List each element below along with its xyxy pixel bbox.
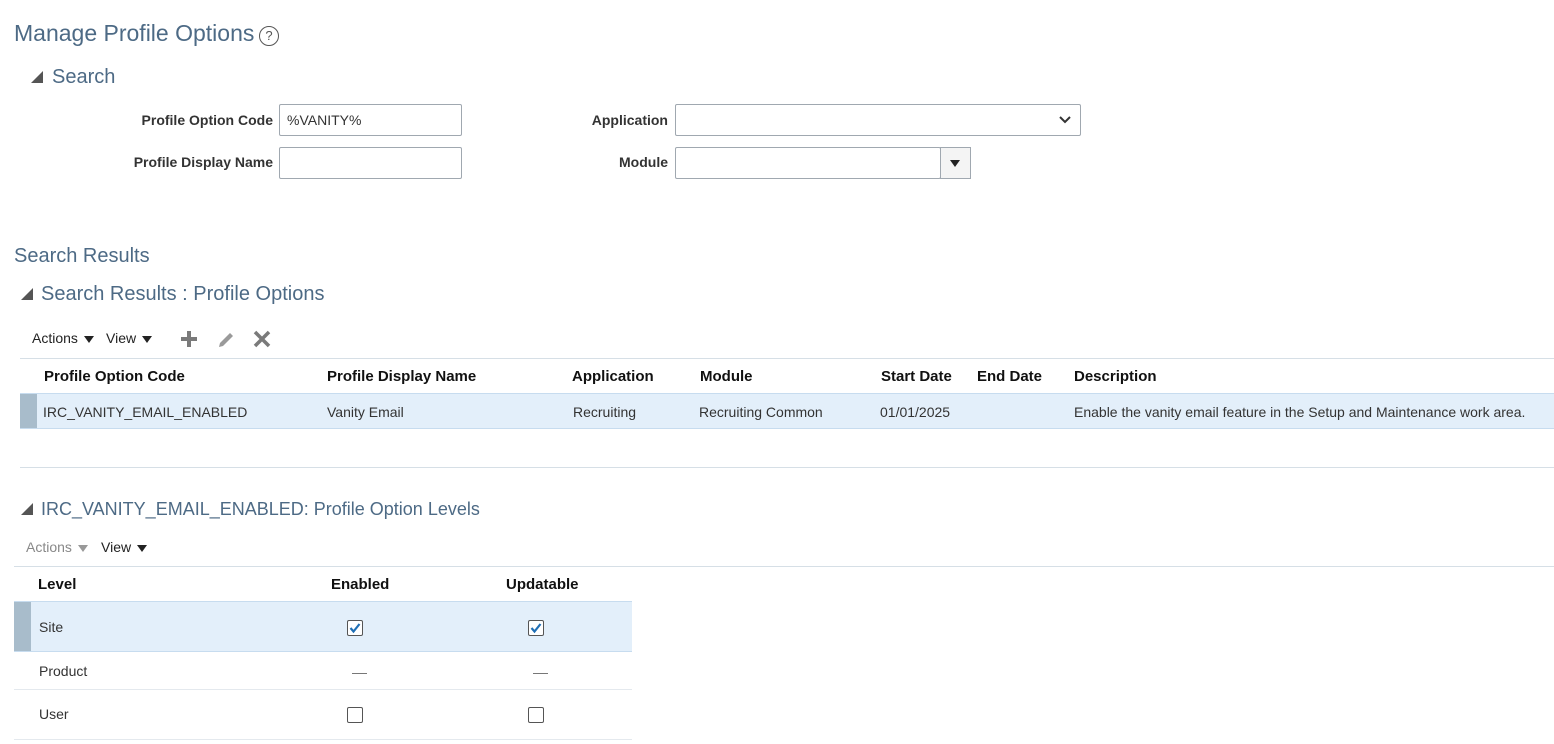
column-header-application[interactable]: Application (572, 368, 654, 385)
search-results-heading: Search Results (14, 245, 150, 267)
results-table-top-border (20, 358, 1554, 359)
column-header-code[interactable]: Profile Option Code (44, 368, 185, 385)
table-row[interactable]: Product (14, 652, 632, 690)
collapse-search-icon[interactable] (31, 71, 43, 83)
cell-module: Recruiting Common (699, 404, 823, 420)
checkmark-icon (349, 623, 361, 634)
application-label: Application (591, 112, 668, 128)
profile-option-code-input[interactable] (279, 104, 462, 136)
levels-actions-label: Actions (26, 539, 72, 555)
column-header-module[interactable]: Module (700, 368, 753, 385)
row-selection-marker (20, 394, 37, 428)
results-section-title[interactable]: Search Results : Profile Options (41, 283, 324, 306)
cell-level: User (39, 706, 69, 722)
triangle-down-icon (137, 544, 148, 552)
section-divider (20, 467, 1554, 468)
triangle-down-icon (950, 160, 960, 167)
levels-view-label: View (101, 539, 132, 555)
column-header-display-name[interactable]: Profile Display Name (327, 368, 476, 385)
cell-application: Recruiting (573, 404, 637, 420)
triangle-down-icon (77, 544, 88, 552)
profile-option-code-label: Profile Option Code (141, 112, 273, 128)
view-menu-label: View (106, 330, 137, 346)
column-header-updatable[interactable]: Updatable (506, 576, 579, 593)
cell-display-name: Vanity Email (327, 404, 404, 420)
collapse-results-icon[interactable] (21, 288, 33, 300)
levels-section-title[interactable]: IRC_VANITY_EMAIL_ENABLED: Profile Option… (41, 499, 480, 520)
cell-start-date: 01/01/2025 (880, 404, 951, 420)
profile-display-name-input[interactable] (279, 147, 462, 179)
profile-display-name-label: Profile Display Name (133, 154, 273, 170)
edit-pencil-icon[interactable] (217, 330, 236, 349)
enabled-checkbox[interactable] (347, 620, 363, 636)
updatable-checkbox[interactable] (528, 707, 544, 723)
page-title: Manage Profile Options (14, 20, 255, 46)
column-header-end-date[interactable]: End Date (977, 368, 1042, 385)
cell-code: IRC_VANITY_EMAIL_ENABLED (43, 404, 248, 420)
module-label: Module (619, 154, 668, 170)
application-select[interactable] (675, 104, 1081, 136)
triangle-down-icon (83, 335, 94, 343)
column-header-enabled[interactable]: Enabled (331, 576, 389, 593)
cell-description: Enable the vanity email feature in the S… (1074, 404, 1526, 420)
cell-level: Site (39, 619, 64, 635)
column-header-start-date[interactable]: Start Date (881, 368, 952, 385)
table-row[interactable]: IRC_VANITY_EMAIL_ENABLED Vanity Email Re… (20, 393, 1554, 429)
levels-actions-menu: Actions (26, 539, 88, 555)
enabled-checkbox[interactable] (347, 707, 363, 723)
not-applicable-dash (352, 673, 367, 674)
checkmark-icon (530, 623, 542, 634)
delete-x-icon[interactable] (253, 330, 271, 348)
help-icon[interactable]: ? (259, 26, 279, 46)
levels-table-top-border (14, 566, 1554, 567)
cell-level: Product (39, 663, 88, 679)
chevron-down-icon (1059, 116, 1071, 124)
actions-menu-label: Actions (32, 330, 78, 346)
updatable-checkbox[interactable] (528, 620, 544, 636)
search-section-title[interactable]: Search (52, 66, 115, 89)
view-menu[interactable]: View (106, 330, 153, 346)
column-header-description[interactable]: Description (1074, 368, 1157, 385)
levels-view-menu[interactable]: View (101, 539, 148, 555)
actions-menu[interactable]: Actions (32, 330, 94, 346)
triangle-down-icon (142, 335, 153, 343)
module-input[interactable] (675, 147, 941, 179)
not-applicable-dash (533, 673, 548, 674)
module-dropdown-button[interactable] (940, 147, 971, 179)
row-selection-marker (14, 602, 31, 651)
table-row[interactable]: User (14, 690, 632, 740)
collapse-levels-icon[interactable] (21, 503, 33, 515)
table-row[interactable]: Site (14, 601, 632, 652)
column-header-level[interactable]: Level (38, 576, 76, 593)
add-icon[interactable] (180, 330, 198, 348)
